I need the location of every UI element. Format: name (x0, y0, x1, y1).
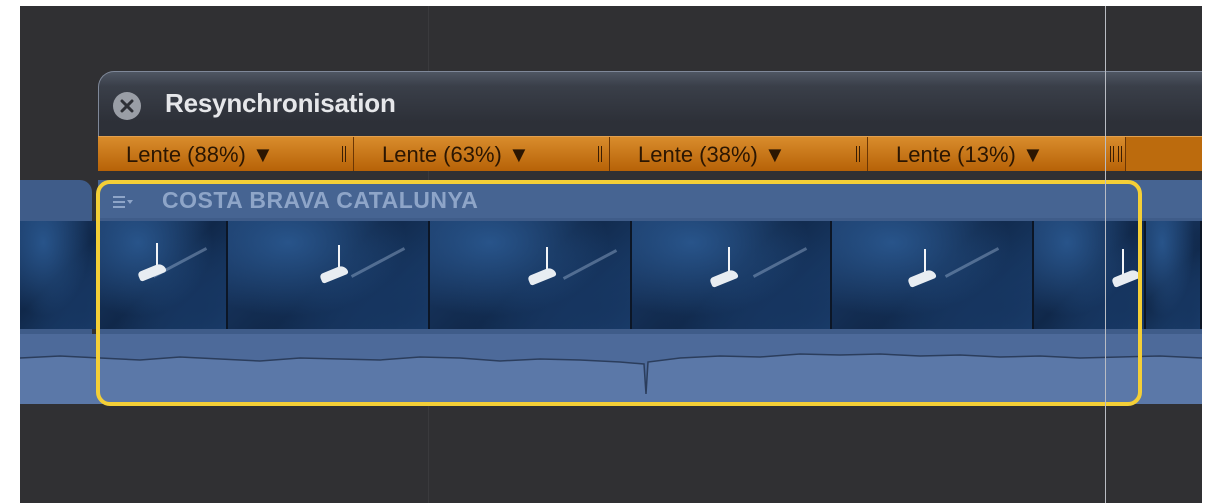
video-frame (1146, 221, 1202, 329)
speed-segment-label[interactable]: Lente (13%) ▼ (896, 142, 1044, 168)
clip-selection[interactable] (96, 180, 1142, 406)
video-frame (20, 221, 100, 329)
retime-speed-bar: Lente (88%) ▼ Lente (63%) ▼ Lente (38%) … (98, 136, 1202, 171)
retime-handle[interactable] (1110, 146, 1114, 162)
retime-handle[interactable] (1118, 146, 1122, 162)
close-icon[interactable] (113, 92, 141, 120)
trim-handle-left[interactable] (96, 221, 100, 339)
speed-segment[interactable]: Lente (63%) ▼ (354, 137, 610, 171)
retime-title: Resynchronisation (165, 88, 396, 118)
speed-segment[interactable]: Lente (13%) ▼ (868, 137, 1126, 171)
playhead[interactable] (1105, 6, 1106, 503)
speed-segment-label[interactable]: Lente (38%) ▼ (638, 142, 786, 168)
trim-handle-right[interactable] (1138, 221, 1142, 339)
speed-segment-label[interactable]: Lente (63%) ▼ (382, 142, 530, 168)
speed-segment[interactable]: Lente (38%) ▼ (610, 137, 868, 171)
retime-handle[interactable] (856, 146, 860, 162)
speed-segment[interactable]: Lente (88%) ▼ (98, 137, 354, 171)
timeline[interactable]: Resynchronisation Lente (88%) ▼ Lente (6… (20, 6, 1202, 503)
retime-handle[interactable] (598, 146, 602, 162)
next-clip-header (1148, 180, 1202, 218)
retime-handle[interactable] (342, 146, 346, 162)
speed-segment-label[interactable]: Lente (88%) ▼ (126, 142, 274, 168)
